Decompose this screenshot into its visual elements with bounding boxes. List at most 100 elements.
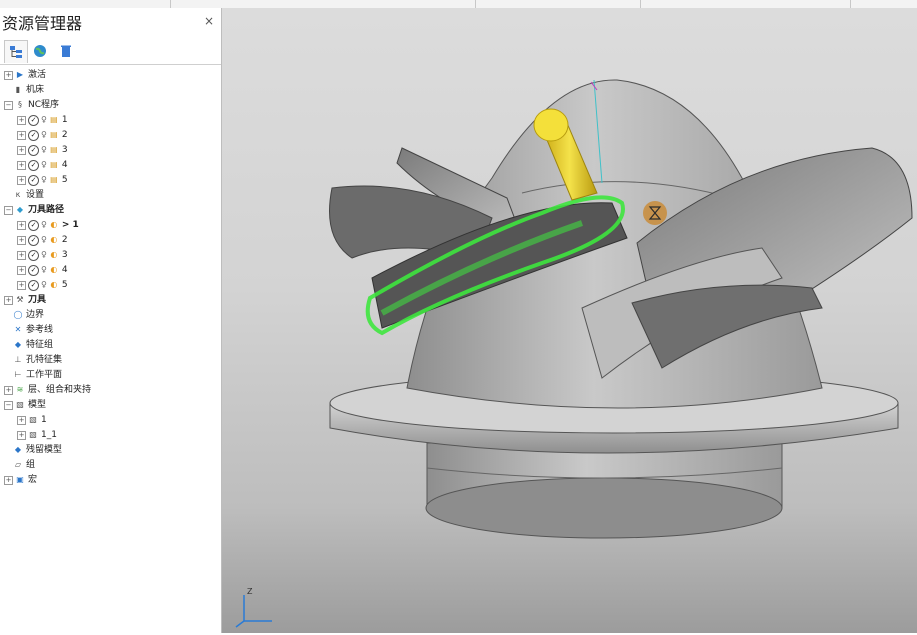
- axis-triad: Z: [232, 585, 278, 635]
- expand-icon[interactable]: +: [17, 250, 26, 260]
- toolbar-separator: [475, 0, 476, 8]
- trash-icon[interactable]: [55, 40, 77, 62]
- explorer-tabs: [0, 38, 221, 65]
- tree-item[interactable]: − § NC程序: [4, 98, 59, 112]
- tree-item-label: 特征组: [26, 340, 54, 350]
- tree-item-label: 孔特征集: [26, 355, 63, 365]
- tree-item[interactable]: ⊢ 工作平面: [4, 368, 63, 382]
- tree-item-label: 边界: [26, 310, 45, 320]
- collapse-icon[interactable]: −: [4, 400, 13, 410]
- tree-item-label: 5: [61, 175, 68, 185]
- expand-icon[interactable]: +: [4, 295, 13, 305]
- tree-item[interactable]: κ 设置: [4, 188, 44, 202]
- toolbar-separator: [170, 0, 171, 8]
- collapse-icon[interactable]: −: [4, 100, 13, 110]
- nc-file-icon: ▤: [50, 175, 58, 184]
- tree-item[interactable]: ⊥ 孔特征集: [4, 353, 63, 367]
- lightbulb-icon[interactable]: ♀: [41, 278, 47, 292]
- tree-item[interactable]: + ✓ ♀ ▤ 5: [17, 173, 68, 187]
- tree-view-icon[interactable]: [4, 40, 28, 63]
- close-icon[interactable]: ×: [204, 14, 214, 28]
- status-check-icon: ✓: [28, 219, 39, 231]
- expand-icon[interactable]: +: [17, 265, 26, 275]
- tree-item[interactable]: ◯ 边界: [4, 308, 45, 322]
- tree-item[interactable]: + ✓ ♀ ▤ 3: [17, 143, 68, 157]
- tree-item[interactable]: ▮ 机床: [4, 83, 44, 97]
- tree-item[interactable]: + ⚒ 刀具: [4, 293, 46, 307]
- lightbulb-icon[interactable]: ♀: [41, 113, 47, 127]
- tree-item-label: 1_1: [41, 430, 57, 440]
- activate-icon: ▶: [16, 70, 24, 79]
- setup-icon: κ: [15, 190, 21, 199]
- tree-item-label: 1: [61, 115, 68, 125]
- nc-file-icon: ▤: [50, 115, 58, 124]
- tree-item[interactable]: ✕ 参考线: [4, 323, 53, 337]
- expand-icon[interactable]: +: [17, 235, 26, 245]
- lightbulb-icon[interactable]: ♀: [41, 233, 47, 247]
- tree-item[interactable]: + ▶ 激活: [4, 68, 46, 82]
- expand-icon[interactable]: +: [17, 160, 26, 170]
- machine-icon: ▮: [15, 85, 21, 94]
- status-check-icon: ✓: [28, 279, 39, 291]
- expand-icon[interactable]: +: [4, 385, 13, 395]
- tree-item[interactable]: + ✓ ♀ ◐ > 1: [17, 218, 79, 232]
- tree-item[interactable]: + ✓ ♀ ◐ 3: [17, 248, 68, 262]
- expand-icon[interactable]: +: [4, 70, 13, 80]
- expand-icon: [4, 312, 11, 319]
- toolpath-item-icon: ◐: [50, 280, 58, 289]
- macro-icon: ▣: [16, 475, 24, 484]
- tree-item-label: 1: [41, 415, 47, 425]
- tree-item[interactable]: ▱ 组: [4, 458, 35, 472]
- status-check-icon: ✓: [28, 114, 39, 126]
- tree-item-label: 工作平面: [26, 370, 63, 380]
- cutting-tool-tip: [533, 108, 569, 142]
- 3d-viewport[interactable]: [222, 8, 917, 633]
- lightbulb-icon[interactable]: ♀: [41, 158, 47, 172]
- status-check-icon: ✓: [28, 159, 39, 171]
- tree-item[interactable]: − ▧ 模型: [4, 398, 46, 412]
- lightbulb-icon[interactable]: ♀: [41, 263, 47, 277]
- toolpath-item-icon: ◐: [50, 250, 58, 259]
- tree-item[interactable]: + ✓ ♀ ▤ 2: [17, 128, 68, 142]
- expand-icon[interactable]: +: [17, 130, 26, 140]
- tree-item[interactable]: + ✓ ♀ ◐ 4: [17, 263, 68, 277]
- tree-item-label: 组: [26, 460, 36, 470]
- workplane-icon: ⊢: [14, 370, 22, 379]
- panel-title: 资源管理器: [2, 14, 83, 33]
- impeller-model[interactable]: [222, 8, 917, 633]
- tree-item[interactable]: + ▣ 宏: [4, 473, 37, 487]
- status-check-icon: ✓: [28, 174, 39, 186]
- tree-item[interactable]: + ✓ ♀ ▤ 1: [17, 113, 68, 127]
- expand-icon[interactable]: +: [17, 220, 26, 230]
- tree-item-label: > 1: [61, 220, 79, 230]
- expand-icon[interactable]: +: [17, 280, 26, 290]
- tree-item-label: 2: [61, 130, 68, 140]
- expand-icon: [4, 372, 11, 379]
- expand-icon[interactable]: +: [17, 430, 26, 440]
- feature-set-icon: ◆: [14, 340, 22, 349]
- expand-icon[interactable]: +: [17, 415, 26, 425]
- lightbulb-icon[interactable]: ♀: [41, 128, 47, 142]
- lightbulb-icon[interactable]: ♀: [41, 143, 47, 157]
- lightbulb-icon[interactable]: ♀: [41, 173, 47, 187]
- tree-item[interactable]: − ◆ 刀具路径: [4, 203, 64, 217]
- tree-item[interactable]: + ≋ 层、组合和夹持: [4, 383, 91, 397]
- tree-item[interactable]: + ✓ ♀ ▤ 4: [17, 158, 68, 172]
- expand-icon[interactable]: +: [17, 115, 26, 125]
- tree-item[interactable]: + ▧ 1_1: [17, 428, 57, 442]
- tree-item[interactable]: + ✓ ♀ ◐ 5: [17, 278, 68, 292]
- lightbulb-icon[interactable]: ♀: [41, 248, 47, 262]
- expand-icon[interactable]: +: [4, 475, 13, 485]
- expand-icon: [4, 342, 11, 349]
- expand-icon[interactable]: +: [17, 175, 26, 185]
- tree-item[interactable]: + ▧ 1: [17, 413, 47, 427]
- expand-icon[interactable]: +: [17, 145, 26, 155]
- globe-icon[interactable]: [29, 40, 51, 62]
- collapse-icon[interactable]: −: [4, 205, 13, 215]
- lightbulb-icon[interactable]: ♀: [41, 218, 47, 232]
- tree-item[interactable]: + ✓ ♀ ◐ 2: [17, 233, 68, 247]
- tree-item[interactable]: ◆ 残留模型: [4, 443, 62, 457]
- toolbar-separator: [850, 0, 851, 8]
- tree-item-label: 4: [61, 265, 68, 275]
- tree-item[interactable]: ◆ 特征组: [4, 338, 53, 352]
